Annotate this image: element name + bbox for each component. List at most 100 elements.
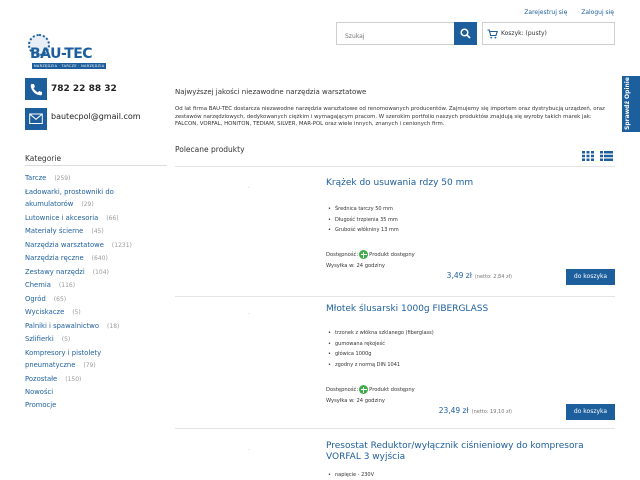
register-link[interactable]: Zarejestruj się — [524, 9, 567, 16]
reviews-side-tab[interactable]: Sprawdź Opinie — [622, 76, 640, 132]
product-name[interactable]: Krążek do usuwania rdzy 50 mm — [326, 178, 615, 189]
category-item[interactable]: Wyciskacze (5) — [25, 306, 167, 320]
availability: Dostępność: Produkt dostępny — [326, 385, 415, 394]
site-logo[interactable]: BAU-TEC NARZĘDZIA · TARCZE · NARZĘDZIA — [26, 32, 107, 70]
email-address[interactable]: bautecpol@gmail.com — [51, 112, 141, 121]
available-icon — [359, 250, 369, 259]
feature-item: Grubość włókniny 13 mm — [326, 225, 399, 236]
product-image[interactable]: . — [248, 184, 250, 190]
mail-icon-box — [25, 108, 47, 130]
logo-name: BAU-TEC — [30, 46, 93, 62]
product-name[interactable]: Presostat Reduktor/wyłącznik ciśnieniowy… — [326, 441, 615, 463]
product-features: napięcie - 230V — [326, 470, 374, 480]
feature-item: trzonek z włókna szklanego (fiberglass) — [326, 328, 434, 339]
category-label: Palniki i spawalnictwo — [25, 321, 100, 330]
category-count: (65) — [53, 295, 67, 303]
login-link[interactable]: Zaloguj się — [581, 9, 614, 16]
category-label: Materiały ścierne — [25, 227, 84, 235]
feature-item: napięcie - 230V — [326, 470, 374, 480]
category-item[interactable]: Narzędzia warsztatowe (1231) — [25, 239, 167, 253]
price-gross: 3,49 zł — [446, 271, 472, 280]
add-to-cart-button[interactable]: do koszyka — [566, 269, 615, 285]
reviews-tab-label: Sprawdź Opinie — [624, 77, 631, 130]
category-item[interactable]: Nowości — [25, 386, 167, 399]
product-image[interactable]: . — [248, 446, 250, 452]
cart-button[interactable]: Koszyk: (pusty) — [482, 22, 615, 45]
phone-number[interactable]: 782 22 88 32 — [51, 84, 117, 94]
category-label: Lutownice i akcesoria — [25, 213, 99, 222]
product-card: . Presostat Reduktor/wyłącznik ciśnienio… — [175, 430, 615, 480]
category-count: (5) — [61, 336, 71, 343]
add-to-cart-button[interactable]: do koszyka — [566, 404, 615, 420]
search-input[interactable] — [337, 26, 449, 47]
feature-item: główica 1000g — [326, 349, 434, 360]
price-net: (netto: 2,84 zł) — [474, 274, 512, 280]
category-label: Chemia — [25, 281, 51, 289]
product-card: . Krążek do usuwania rdzy 50 mm Średnica… — [175, 168, 615, 296]
category-label: Pozostałe — [25, 374, 58, 383]
cart-icon — [487, 29, 498, 39]
product-card: . Młotek ślusarski 1000g FIBERGLASS trzo… — [175, 294, 615, 426]
category-count: (66) — [106, 214, 119, 222]
feature-item: gumowana rękojeść — [326, 339, 434, 350]
list-view-icon[interactable] — [600, 151, 613, 161]
product-price: 23,49 zł (netto: 19,10 zł) — [439, 406, 512, 415]
category-item[interactable]: Materiały ścierne (45) — [25, 225, 167, 239]
category-item[interactable]: Chemia (116) — [25, 279, 167, 293]
category-label: Promocje — [25, 400, 57, 409]
category-count: (150) — [65, 375, 82, 383]
feature-item: Średnica tarczy 50 mm — [326, 204, 399, 215]
category-label: Tarcze — [25, 174, 47, 182]
category-item[interactable]: Ładowarki, prostowniki do akumulatorów (2… — [25, 186, 167, 212]
category-count: (45) — [91, 228, 104, 235]
logo-tagline: NARZĘDZIA · TARCZE · NARZĘDZIA — [32, 63, 107, 69]
phone-icon-box — [25, 78, 47, 100]
category-count: (18) — [107, 322, 120, 330]
page-description: Od lat firma BAU-TEC dostarcza niezawodn… — [175, 106, 605, 127]
category-item[interactable]: Promocje — [25, 399, 167, 412]
product-name[interactable]: Młotek ślusarski 1000g FIBERGLASS — [326, 304, 615, 315]
categories-divider — [25, 165, 167, 166]
product-price: 3,49 zł (netto: 2,84 zł) — [447, 271, 512, 280]
featured-title: Polecane produkty — [175, 145, 245, 154]
availability-status: Produkt dostępny — [369, 387, 415, 393]
shipping-time: Wysyłka w: 24 godziny — [326, 263, 385, 269]
category-item[interactable]: Ogród (65) — [25, 293, 167, 307]
phone-icon — [30, 84, 42, 96]
category-item[interactable]: Kompresory i pistolety pneumatyczne (79) — [25, 347, 167, 373]
category-count: (29) — [81, 201, 94, 208]
availability: Dostępność: Produkt dostępny — [326, 250, 415, 259]
shipping-time: Wysyłka w: 24 godziny — [326, 398, 385, 404]
category-label: Zestawy narzędzi — [25, 267, 85, 276]
category-item[interactable]: Tarcze (259) — [25, 172, 167, 186]
feature-item: Długość trzpienia 35 mm — [326, 215, 399, 226]
categories-title: Kategorie — [25, 154, 62, 163]
category-label: Narzędzia ręczne — [25, 254, 84, 262]
category-item[interactable]: Zestawy narzędzi (104) — [25, 266, 167, 280]
top-links: Zarejestruj się Zaloguj się — [512, 9, 614, 16]
category-item[interactable]: Szlifierki (5) — [25, 333, 167, 347]
category-count: (79) — [83, 362, 96, 369]
category-item[interactable]: Lutownice i akcesoria (66) — [25, 212, 167, 226]
page-title: Najwyższej jakości niezawodne narzędzia … — [175, 88, 367, 96]
availability-status: Produkt dostępny — [369, 252, 415, 258]
category-count: (5) — [72, 309, 81, 316]
category-count: (116) — [58, 282, 76, 289]
category-count: (259) — [54, 175, 71, 182]
cart-label: Koszyk: (pusty) — [501, 30, 547, 37]
search-button[interactable] — [454, 22, 477, 45]
category-count: (640) — [91, 255, 108, 262]
divider — [175, 166, 615, 167]
category-item[interactable]: Narzędzia ręczne (640) — [25, 252, 167, 266]
category-label: Wyciskacze — [25, 308, 65, 316]
price-gross: 23,49 zł — [438, 406, 469, 415]
grid-view-icon[interactable] — [582, 151, 594, 161]
product-image[interactable]: . — [248, 310, 250, 316]
price-net: (netto: 19,10 zł) — [471, 409, 512, 415]
category-item[interactable]: Palniki i spawalnictwo (18) — [25, 320, 167, 334]
category-label: Narzędzia warsztatowe — [25, 240, 104, 249]
divider — [175, 428, 615, 429]
category-item[interactable]: Pozostałe (150) — [25, 373, 167, 387]
category-label: Nowości — [25, 388, 54, 396]
product-features: trzonek z włókna szklanego (fiberglass) … — [326, 328, 434, 370]
